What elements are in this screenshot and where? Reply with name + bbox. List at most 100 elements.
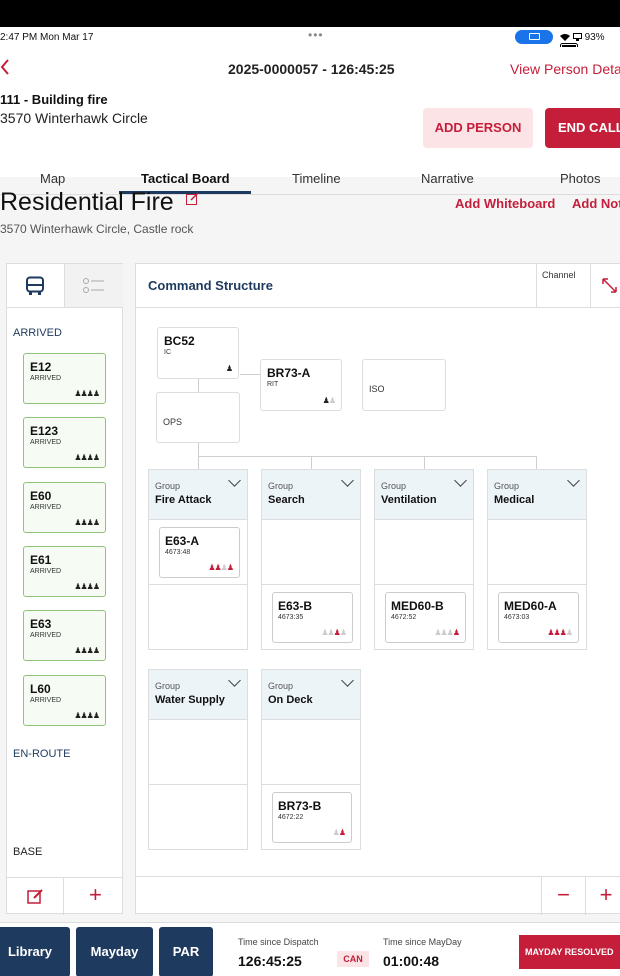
command-box-iso[interactable]: ISO [362, 359, 446, 411]
group-ventilation[interactable]: Group Ventilation MED60-B 4672:52 ♟♟♟♟ [374, 469, 474, 650]
chevron-down-icon[interactable] [567, 474, 580, 487]
group-label: Group [155, 481, 181, 491]
channel-selector[interactable]: Channel [536, 264, 590, 308]
group-header: Group Water Supply [149, 670, 247, 720]
group-fire-attack[interactable]: Group Fire Attack E63-A 4673:48 ♟♟♟♟ [148, 469, 248, 650]
zoom-out-button[interactable]: − [541, 877, 585, 915]
assigned-unit-e63a[interactable]: E63-A 4673:48 ♟♟♟♟ [159, 527, 240, 578]
assigned-unit-br73b[interactable]: BR73-B 4672:22 ♟♟ [272, 792, 352, 843]
connector-line [198, 456, 537, 457]
group-name: Search [268, 494, 305, 506]
chevron-down-icon[interactable] [341, 474, 354, 487]
command-box-ops[interactable]: OPS [156, 392, 240, 443]
group-label: Group [268, 681, 294, 691]
arrived-section-label: ARRIVED [13, 327, 62, 339]
person-icons: ♟♟ [322, 396, 336, 405]
par-button[interactable]: PAR [159, 927, 213, 976]
command-role: IC [164, 349, 171, 356]
chevron-down-icon[interactable] [454, 474, 467, 487]
group-on-deck[interactable]: Group On Deck BR73-B 4672:22 ♟♟ [261, 669, 361, 850]
unit-name: E63-A [165, 534, 200, 548]
personnel-icons: ♟♟♟♟ [74, 646, 100, 655]
add-whiteboard-link[interactable]: Add Whiteboard [455, 196, 555, 211]
group-medical[interactable]: Group Medical MED60-A 4673:03 ♟♟♟♟ [487, 469, 587, 650]
group-slot [262, 720, 360, 785]
mayday-button[interactable]: Mayday [76, 927, 153, 976]
zoom-in-button[interactable]: + [585, 877, 620, 915]
unit-name: E12 [30, 360, 52, 374]
library-button[interactable]: Library [0, 927, 70, 976]
group-water-supply[interactable]: Group Water Supply [148, 669, 248, 850]
incident-address: 3570 Winterhawk Circle [0, 110, 148, 126]
expand-button[interactable] [590, 264, 620, 308]
tab-timeline[interactable]: Timeline [292, 171, 341, 186]
add-note-link[interactable]: Add Not [572, 196, 620, 211]
tab-apparatus[interactable] [7, 264, 65, 308]
unit-timer: 4673:48 [165, 549, 191, 556]
chevron-down-icon[interactable] [228, 674, 241, 687]
assigned-unit-med60a[interactable]: MED60-A 4673:03 ♟♟♟♟ [498, 592, 579, 643]
edit-title-icon[interactable] [186, 192, 199, 205]
group-name: On Deck [268, 694, 313, 706]
chevron-down-icon[interactable] [341, 674, 354, 687]
edit-units-button[interactable] [7, 878, 64, 915]
unit-timer: 4672:22 [278, 814, 304, 821]
expand-icon [602, 278, 617, 293]
page-title: Residential Fire [0, 188, 174, 216]
unit-name: E60 [30, 489, 52, 503]
call-title: 2025-0000057 - 126:45:25 [228, 61, 395, 77]
group-name: Ventilation [381, 494, 437, 506]
multitask-dots-icon[interactable]: ••• [308, 28, 324, 42]
footer-bar: Library Mayday PAR Time since Dispatch 1… [0, 922, 620, 976]
unit-timer: 4673:35 [278, 614, 304, 621]
channel-label: Channel [542, 270, 576, 280]
edit-icon [27, 889, 43, 904]
command-box-label: ISO [369, 384, 385, 394]
add-person-button[interactable]: ADD PERSON [423, 108, 533, 148]
group-header: Group Medical [488, 470, 586, 520]
screen-mirroring-icon [515, 30, 553, 44]
incident-type: 111 - Building fire [0, 92, 108, 107]
personnel-icons: ♟♟♟♟ [74, 453, 100, 462]
mayday-resolved-button[interactable]: MAYDAY RESOLVED [519, 935, 620, 969]
group-name: Water Supply [155, 694, 225, 706]
tab-map[interactable]: Map [40, 171, 65, 186]
unit-card-e61[interactable]: E61 ARRIVED ♟♟♟♟ [23, 546, 106, 597]
unit-name: MED60-A [504, 599, 557, 613]
group-name: Fire Attack [155, 494, 212, 506]
assigned-unit-med60b[interactable]: MED60-B 4672:52 ♟♟♟♟ [385, 592, 466, 643]
tab-checklist[interactable] [65, 264, 123, 308]
checklist-icon [83, 278, 104, 293]
chevron-down-icon[interactable] [228, 474, 241, 487]
unit-card-e12[interactable]: E12 ARRIVED ♟♟♟♟ [23, 353, 106, 404]
view-person-details-link[interactable]: View Person Detai [510, 61, 620, 77]
command-card-br73a[interactable]: BR73-A RIT ♟♟ [260, 359, 342, 411]
add-unit-button[interactable]: + [89, 882, 102, 908]
since-mayday-label: Time since MayDay [383, 937, 462, 947]
unit-card-e63[interactable]: E63 ARRIVED ♟♟♟♟ [23, 610, 106, 661]
unit-status: ARRIVED [30, 504, 62, 511]
unit-card-l60[interactable]: L60 ARRIVED ♟♟♟♟ [23, 675, 106, 726]
group-search[interactable]: Group Search E63-B 4673:35 ♟♟♟♟ [261, 469, 361, 650]
page-address: 3570 Winterhawk Circle, Castle rock [0, 222, 194, 236]
unit-card-e60[interactable]: E60 ARRIVED ♟♟♟♟ [23, 482, 106, 533]
can-badge[interactable]: CAN [337, 951, 369, 967]
command-card-bc52[interactable]: BC52 IC ♟ [157, 327, 239, 379]
group-name: Medical [494, 494, 535, 506]
end-call-button[interactable]: END CALL [545, 108, 620, 148]
connector-line [536, 456, 537, 469]
assigned-unit-e63b[interactable]: E63-B 4673:35 ♟♟♟♟ [272, 592, 353, 643]
unit-status: ARRIVED [30, 632, 62, 639]
tab-narrative[interactable]: Narrative [421, 171, 474, 186]
unit-name: E63-B [278, 599, 313, 613]
connector-line [240, 374, 260, 375]
back-icon[interactable] [0, 58, 10, 78]
unit-card-e123[interactable]: E123 ARRIVED ♟♟♟♟ [23, 417, 106, 468]
tab-photos[interactable]: Photos [560, 171, 600, 186]
personnel-icons: ♟♟♟♟ [74, 389, 100, 398]
unit-status: ARRIVED [30, 375, 62, 382]
connector-line [198, 442, 199, 456]
group-label: Group [381, 481, 407, 491]
tab-tactical-board[interactable]: Tactical Board [141, 171, 230, 186]
group-slot [262, 520, 360, 585]
